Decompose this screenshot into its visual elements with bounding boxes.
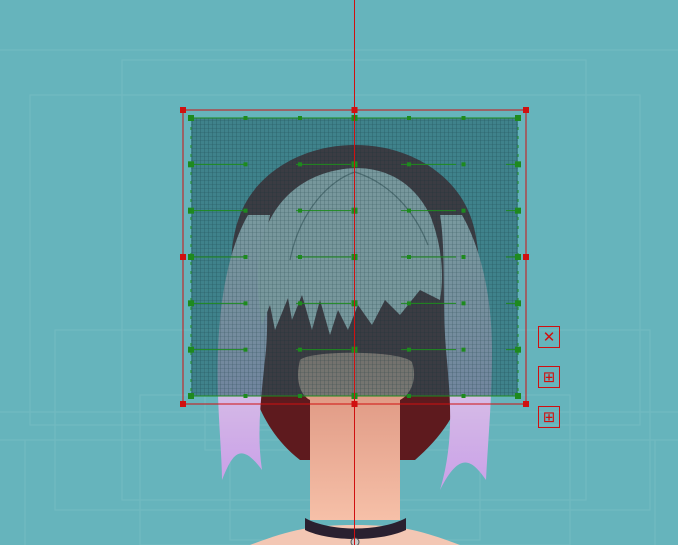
deformer-control-point[interactable] [461,255,466,259]
deformer-control-point[interactable] [243,208,248,213]
deformer-control-point[interactable] [298,208,302,213]
deformer-control-point[interactable] [188,254,194,260]
bounding-box-handle[interactable] [523,107,529,113]
bounding-box-handle[interactable] [523,254,529,260]
deformer-control-point[interactable] [515,300,521,307]
deformer-control-point[interactable] [407,116,411,120]
deformer-control-point[interactable] [407,394,411,398]
deformer-control-point[interactable] [407,255,411,259]
deformer-control-point[interactable] [188,300,194,307]
grid-edit-button[interactable]: ⊞ [538,366,560,388]
bounding-box-handle[interactable] [523,401,529,407]
deformer-control-point[interactable] [188,207,194,214]
deformer-control-point[interactable] [407,162,411,167]
deformer-control-point[interactable] [461,162,466,167]
grid-toggle-button[interactable]: ⊞ [538,406,560,428]
deformer-control-point[interactable] [461,301,466,306]
deformer-control-point[interactable] [515,254,521,260]
deformer-control-point[interactable] [515,346,521,353]
deformer-control-point[interactable] [461,347,466,352]
bounding-box-handle[interactable] [351,401,358,407]
bounding-box-handle[interactable] [180,107,186,113]
deformer-control-point[interactable] [188,115,194,121]
deformer-control-point[interactable] [298,116,302,120]
deformer-control-point[interactable] [243,116,248,120]
deformer-control-point[interactable] [407,347,411,352]
deformer-control-point[interactable] [515,115,521,121]
deformer-control-point[interactable] [243,255,248,259]
deformer-control-point[interactable] [298,162,302,167]
deformer-control-point[interactable] [461,116,466,120]
deformer-control-point[interactable] [188,346,194,353]
deformer-control-point[interactable] [298,347,302,352]
deformer-control-point[interactable] [407,208,411,213]
deformer-control-point[interactable] [298,255,302,259]
deformer-control-point[interactable] [407,301,411,306]
deformer-control-point[interactable] [461,394,466,398]
deformer-control-point[interactable] [188,161,194,168]
deformer-control-point[interactable] [243,301,248,306]
grid-edit-icon: ⊞ [542,367,556,386]
deformer-control-point[interactable] [243,162,248,167]
bounding-box-handle[interactable] [180,254,186,260]
deformer-control-point[interactable] [515,393,521,399]
bounding-box-handle[interactable] [351,107,358,113]
deformer-control-point[interactable] [461,208,466,213]
deformer-control-point[interactable] [188,393,194,399]
deformer-control-point[interactable] [243,394,248,398]
close-deformer-button[interactable]: ✕ [538,326,560,348]
grid-toggle-icon: ⊞ [542,407,556,426]
editing-canvas[interactable] [0,0,678,545]
bounding-box-handle[interactable] [180,401,186,407]
deformer-control-point[interactable] [515,161,521,168]
close-icon: ✕ [542,327,556,346]
deformer-control-point[interactable] [515,207,521,214]
deformer-control-point[interactable] [298,394,302,398]
deformer-control-point[interactable] [243,347,248,352]
deformer-control-point[interactable] [298,301,302,306]
